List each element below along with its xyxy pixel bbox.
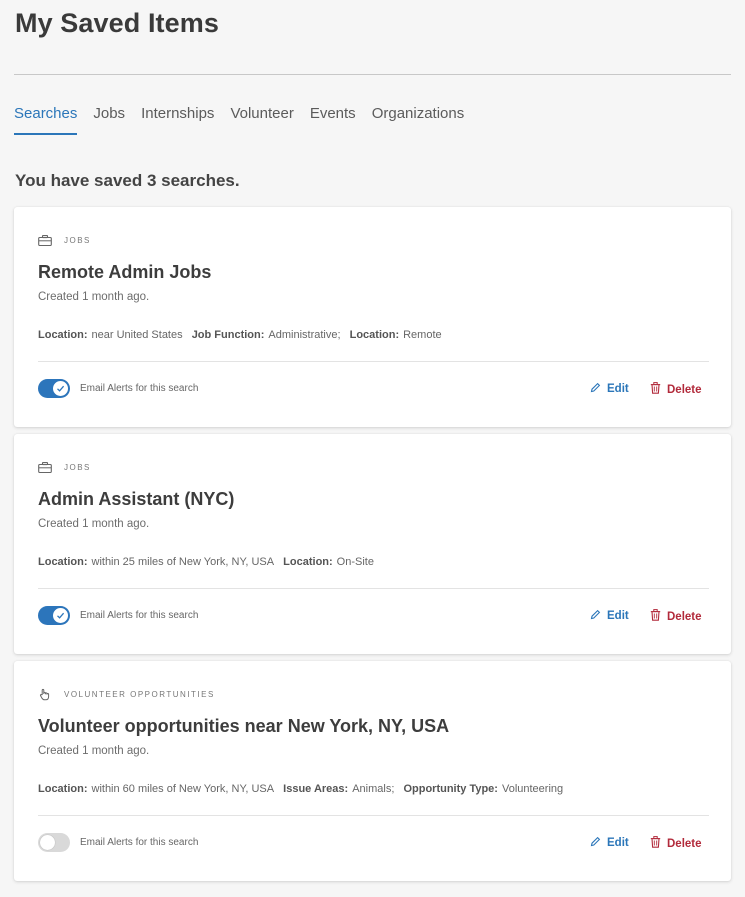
card-title: Volunteer opportunities near New York, N… [38, 716, 450, 736]
edit-button[interactable]: Edit [590, 609, 629, 623]
card-divider [38, 815, 709, 816]
criteria-key: Location: [349, 329, 400, 341]
title-divider [14, 74, 731, 75]
email-alerts-toggle[interactable] [38, 833, 70, 852]
delete-label: Delete [667, 383, 702, 396]
edit-button[interactable]: Edit [590, 836, 629, 850]
delete-label: Delete [667, 837, 702, 850]
briefcase-icon [38, 461, 52, 473]
trash-icon [650, 382, 661, 397]
edit-label: Edit [607, 837, 629, 849]
card-type-label: JOBS [64, 462, 91, 472]
card-divider [38, 588, 709, 589]
card-created: Created 1 month ago. [38, 291, 150, 303]
email-alerts-label: Email Alerts for this search [80, 383, 199, 394]
card-criteria: Location: near United States Job Function… [38, 329, 448, 341]
tab-internships[interactable]: Internships [141, 104, 214, 135]
delete-button[interactable]: Delete [650, 382, 702, 397]
edit-label: Edit [607, 383, 629, 395]
email-alerts-label: Email Alerts for this search [80, 837, 199, 848]
card-type-label: VOLUNTEER OPPORTUNITIES [64, 689, 215, 699]
criteria-key: Opportunity Type: [403, 783, 498, 795]
pencil-icon [590, 836, 601, 850]
criteria-value: Remote [403, 329, 442, 341]
criteria-key: Location: [283, 556, 333, 568]
card-created: Created 1 month ago. [38, 745, 150, 757]
saved-items-page: My Saved Items Searches Jobs Internships… [0, 0, 745, 897]
card-title: Admin Assistant (NYC) [38, 489, 235, 509]
tab-searches[interactable]: Searches [14, 104, 78, 135]
delete-label: Delete [667, 610, 702, 623]
card-title: Remote Admin Jobs [38, 262, 212, 282]
criteria-value: within 60 miles of New York, NY, USA [91, 783, 275, 795]
briefcase-icon [38, 234, 52, 246]
criteria-key: Location: [38, 556, 88, 568]
tab-volunteer[interactable]: Volunteer [230, 104, 293, 135]
card-type-label: JOBS [64, 235, 91, 245]
saved-searches-count: You have saved 3 searches. [15, 171, 240, 190]
saved-items-tabs: Searches Jobs Internships Volunteer Even… [14, 104, 464, 135]
hand-icon [38, 688, 52, 700]
toggle-knob [40, 835, 55, 850]
edit-label: Edit [607, 610, 629, 622]
criteria-value: Administrative; [268, 329, 341, 341]
criteria-key: Issue Areas: [283, 783, 349, 795]
saved-search-card: VOLUNTEER OPPORTUNITIES Volunteer opport… [14, 661, 731, 881]
page-title: My Saved Items [15, 8, 219, 38]
criteria-value: On-Site [336, 556, 374, 568]
card-criteria: Location: within 60 miles of New York, NY… [38, 783, 569, 795]
saved-search-card: JOBS Admin Assistant (NYC) Created 1 mon… [14, 434, 731, 654]
saved-search-card: JOBS Remote Admin Jobs Created 1 month a… [14, 207, 731, 427]
criteria-value: Volunteering [501, 783, 564, 795]
pencil-icon [590, 382, 601, 396]
trash-icon [650, 836, 661, 851]
card-type: JOBS [38, 461, 91, 473]
check-icon [53, 381, 68, 396]
pencil-icon [590, 609, 601, 623]
criteria-key: Location: [38, 783, 88, 795]
trash-icon [650, 609, 661, 624]
tab-organizations[interactable]: Organizations [372, 104, 465, 135]
criteria-key: Location: [38, 329, 88, 341]
criteria-key: Job Function: [191, 329, 265, 341]
card-created: Created 1 month ago. [38, 518, 150, 530]
email-alerts-toggle[interactable] [38, 606, 70, 625]
card-divider [38, 361, 709, 362]
tab-jobs[interactable]: Jobs [93, 104, 125, 135]
card-type: JOBS [38, 234, 91, 246]
card-criteria: Location: within 25 miles of New York, NY… [38, 556, 380, 568]
tab-events[interactable]: Events [310, 104, 356, 135]
criteria-value: near United States [91, 329, 183, 341]
edit-button[interactable]: Edit [590, 382, 629, 396]
criteria-value: within 25 miles of New York, NY, USA [91, 556, 275, 568]
delete-button[interactable]: Delete [650, 609, 702, 624]
check-icon [53, 608, 68, 623]
delete-button[interactable]: Delete [650, 836, 702, 851]
email-alerts-toggle[interactable] [38, 379, 70, 398]
email-alerts-label: Email Alerts for this search [80, 610, 199, 621]
criteria-value: Animals; [352, 783, 395, 795]
card-type: VOLUNTEER OPPORTUNITIES [38, 688, 215, 700]
